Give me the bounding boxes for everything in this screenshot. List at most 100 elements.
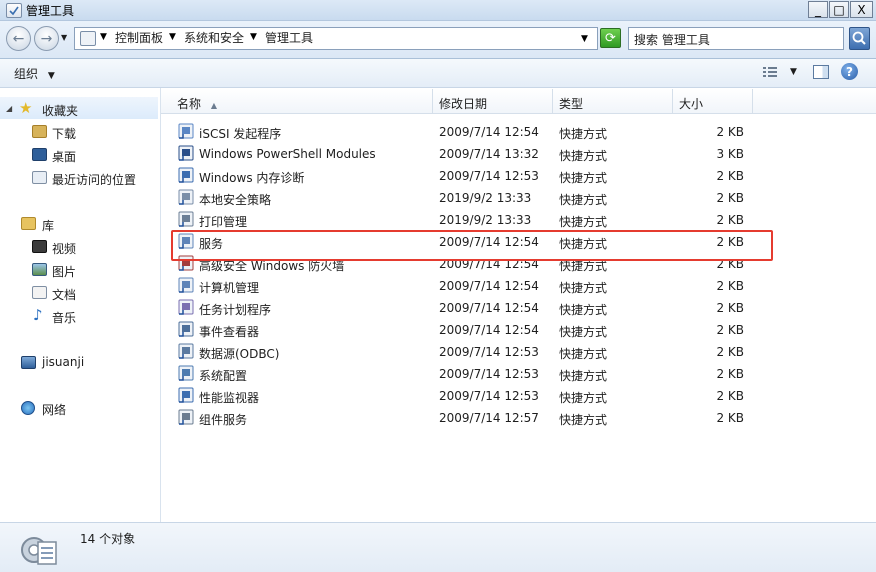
collapse-icon[interactable]: ◢ — [6, 104, 12, 113]
organize-button[interactable]: 组织 ▼ — [14, 65, 55, 82]
nav-computer[interactable]: jisuanji — [42, 355, 84, 369]
file-date: 2009/7/14 12:57 — [439, 411, 539, 425]
preview-pane-icon[interactable] — [813, 65, 829, 79]
nav-documents[interactable]: 文档 — [52, 286, 76, 303]
column-header-type[interactable]: 类型 — [553, 89, 673, 113]
sort-ascending-icon: ▲ — [210, 101, 217, 110]
chevron-down-icon[interactable]: ▼ — [169, 32, 176, 42]
file-name: 本地安全策略 — [199, 193, 272, 207]
file-date: 2009/7/14 12:54 — [439, 125, 539, 139]
file-row[interactable]: Windows 内存诊断 2009/7/14 12:53 快捷方式 2 KB — [161, 165, 876, 187]
file-size: 2 KB — [716, 367, 744, 381]
file-date: 2019/9/2 13:33 — [439, 213, 532, 227]
nav-recent-places[interactable]: 最近访问的位置 — [52, 171, 136, 188]
file-date: 2009/7/14 13:32 — [439, 147, 539, 161]
shortcut-icon — [178, 167, 194, 183]
search-placeholder: 搜索 管理工具 — [634, 33, 710, 47]
column-header-name[interactable]: 名称 ▲ — [171, 89, 433, 113]
close-button[interactable]: X — [850, 1, 873, 18]
file-date: 2019/9/2 13:33 — [439, 191, 532, 205]
navigation-pane — [0, 88, 161, 522]
shortcut-icon — [178, 277, 194, 293]
file-type: 快捷方式 — [559, 413, 608, 427]
file-date: 2009/7/14 12:53 — [439, 169, 539, 183]
address-dropdown-icon[interactable]: ▼ — [581, 34, 588, 44]
shortcut-icon — [178, 321, 194, 337]
nav-pictures[interactable]: 图片 — [52, 263, 76, 280]
file-type: 快捷方式 — [559, 149, 608, 163]
library-icon — [21, 217, 36, 230]
column-header-date[interactable]: 修改日期 — [433, 89, 553, 113]
file-date: 2009/7/14 12:54 — [439, 279, 539, 293]
nav-music[interactable]: 音乐 — [52, 309, 76, 326]
title-bar[interactable] — [0, 0, 876, 21]
history-dropdown-icon[interactable]: ▼ — [61, 33, 67, 42]
chevron-down-icon[interactable]: ▼ — [250, 32, 257, 42]
nav-videos[interactable]: 视频 — [52, 240, 76, 257]
file-size: 2 KB — [716, 323, 744, 337]
file-size: 2 KB — [716, 125, 744, 139]
control-panel-icon — [80, 31, 96, 46]
breadcrumb-control-panel[interactable]: 控制面板 — [115, 29, 163, 46]
shortcut-icon — [178, 211, 194, 227]
refresh-button[interactable]: ⟳ — [600, 28, 621, 48]
back-button[interactable]: ← — [6, 26, 31, 51]
documents-icon — [32, 286, 47, 299]
shortcut-icon — [178, 387, 194, 403]
file-date: 2009/7/14 12:54 — [439, 323, 539, 337]
maximize-button[interactable]: □ — [829, 1, 849, 18]
file-type: 快捷方式 — [559, 369, 608, 383]
item-count: 14 个对象 — [80, 532, 136, 546]
minimize-button[interactable]: _ — [808, 1, 828, 18]
video-icon — [32, 240, 47, 253]
nav-downloads[interactable]: 下载 — [52, 125, 76, 142]
file-type: 快捷方式 — [559, 215, 608, 229]
file-name: 系统配置 — [199, 369, 248, 383]
file-row[interactable]: Windows PowerShell Modules 2009/7/14 13:3… — [161, 143, 876, 165]
file-name: 计算机管理 — [199, 281, 260, 295]
column-header-size[interactable]: 大小 — [673, 89, 753, 113]
file-row[interactable]: 任务计划程序 2009/7/14 12:54 快捷方式 2 KB — [161, 297, 876, 319]
file-row[interactable]: 打印管理 2019/9/2 13:33 快捷方式 2 KB — [161, 209, 876, 231]
search-button[interactable] — [849, 27, 870, 50]
computer-icon — [21, 356, 36, 369]
forward-button[interactable]: → — [34, 26, 59, 51]
file-row[interactable]: 数据源(ODBC) 2009/7/14 12:53 快捷方式 2 KB — [161, 341, 876, 363]
nav-desktop[interactable]: 桌面 — [52, 148, 76, 165]
download-folder-icon — [32, 125, 47, 138]
breadcrumb-admin-tools[interactable]: 管理工具 — [265, 29, 313, 46]
file-row[interactable]: 本地安全策略 2019/9/2 13:33 快捷方式 2 KB — [161, 187, 876, 209]
file-name: Windows 内存诊断 — [199, 171, 305, 185]
file-type: 快捷方式 — [559, 391, 608, 405]
nav-network[interactable]: 网络 — [42, 401, 66, 418]
nav-favorites[interactable]: 收藏夹 — [42, 102, 78, 119]
file-type: 快捷方式 — [559, 127, 608, 141]
file-row[interactable]: 事件查看器 2009/7/14 12:54 快捷方式 2 KB — [161, 319, 876, 341]
file-size: 2 KB — [716, 191, 744, 205]
file-row[interactable]: 性能监视器 2009/7/14 12:53 快捷方式 2 KB — [161, 385, 876, 407]
file-row[interactable]: 计算机管理 2009/7/14 12:54 快捷方式 2 KB — [161, 275, 876, 297]
file-date: 2009/7/14 12:53 — [439, 389, 539, 403]
shortcut-icon — [178, 365, 194, 381]
breadcrumb-system-security[interactable]: 系统和安全 — [184, 29, 244, 46]
nav-libraries[interactable]: 库 — [42, 217, 54, 234]
file-size: 2 KB — [716, 411, 744, 425]
chevron-down-icon: ▼ — [47, 71, 55, 81]
file-type: 快捷方式 — [559, 347, 608, 361]
chevron-down-icon[interactable]: ▼ — [100, 32, 107, 42]
file-size: 2 KB — [716, 389, 744, 403]
view-options-icon[interactable] — [762, 65, 778, 79]
file-type: 快捷方式 — [559, 303, 608, 317]
file-name: 打印管理 — [199, 215, 248, 229]
file-name: 数据源(ODBC) — [199, 347, 280, 361]
file-type: 快捷方式 — [559, 281, 608, 295]
file-row[interactable]: 系统配置 2009/7/14 12:53 快捷方式 2 KB — [161, 363, 876, 385]
shortcut-icon — [178, 189, 194, 205]
file-row[interactable]: iSCSI 发起程序 2009/7/14 12:54 快捷方式 2 KB — [161, 121, 876, 143]
window-title: 管理工具 — [26, 4, 75, 18]
file-name: 任务计划程序 — [199, 303, 272, 317]
annotation-highlight-box — [171, 230, 773, 261]
help-icon[interactable]: ? — [841, 63, 858, 80]
view-dropdown-icon[interactable]: ▼ — [790, 67, 797, 77]
file-row[interactable]: 组件服务 2009/7/14 12:57 快捷方式 2 KB — [161, 407, 876, 429]
